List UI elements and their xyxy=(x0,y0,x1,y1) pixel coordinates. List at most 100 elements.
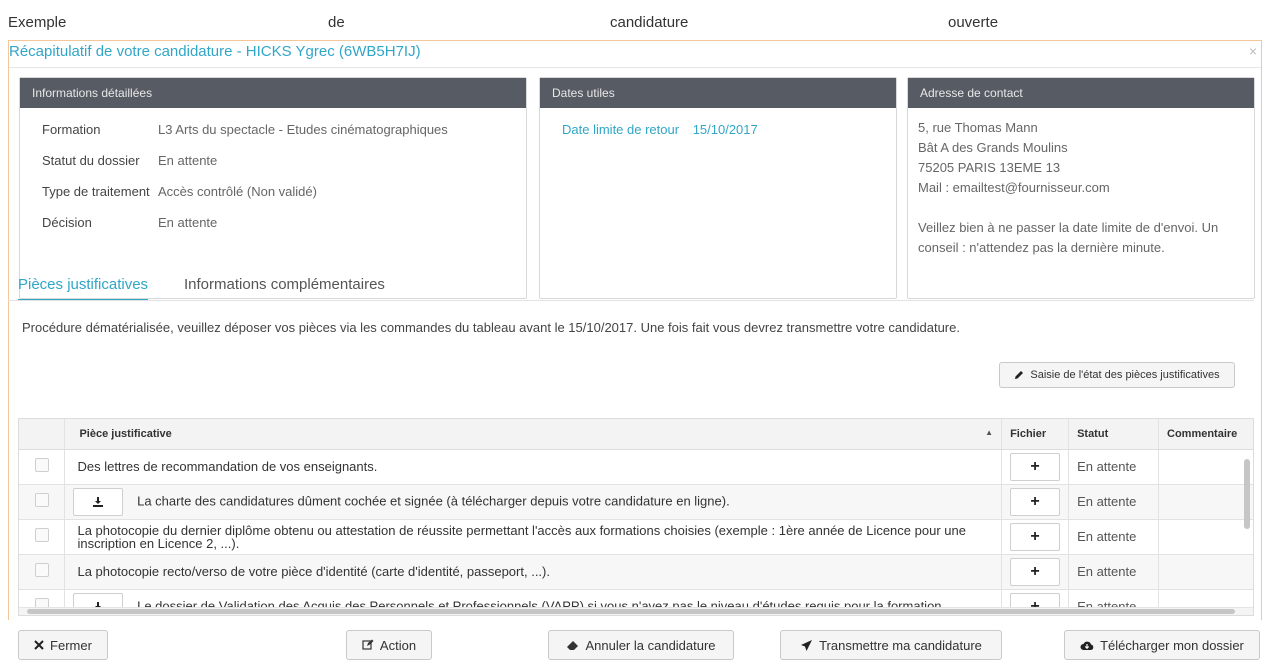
info-label: Formation xyxy=(42,122,101,137)
deadline-label: Date limite de retour xyxy=(562,122,680,137)
cloud-download-icon xyxy=(1080,641,1094,650)
saisie-etat-pieces-button[interactable]: Saisie de l'état des pièces justificativ… xyxy=(999,362,1235,388)
eraser-icon xyxy=(567,640,579,650)
sort-asc-icon[interactable]: ▲ xyxy=(985,428,993,437)
deadline-value: 15/10/2017 xyxy=(692,122,758,137)
commentaire-cell xyxy=(1158,484,1253,520)
modal-footer: Fermer Action Annuler la candidature Tra… xyxy=(0,620,1262,660)
address-line: 75205 PARIS 13EME 13 xyxy=(918,160,1061,175)
download-button[interactable] xyxy=(73,487,124,516)
action-button[interactable]: Action xyxy=(346,630,432,660)
row-checkbox[interactable] xyxy=(34,528,49,542)
contact-panel: Adresse de contact 5, rue Thomas Mann Bâ… xyxy=(907,77,1255,299)
piece-label: Des lettres de recommandation de vos ens… xyxy=(77,459,378,474)
add-file-button[interactable]: + xyxy=(1010,557,1061,586)
procedure-text: Procédure dématérialisée, veuillez dépos… xyxy=(22,320,960,335)
row-checkbox[interactable] xyxy=(34,458,49,472)
tab-bar: Pièces justificatives Informations compl… xyxy=(8,270,1254,301)
piece-cell: La photocopie du dernier diplôme obtenu … xyxy=(64,519,1003,555)
add-file-button[interactable]: + xyxy=(1010,487,1061,516)
telecharger-dossier-button[interactable]: Télécharger mon dossier xyxy=(1064,630,1260,660)
column-header-statut: Statut xyxy=(1068,419,1159,450)
piece-label: La photocopie recto/verso de votre pièce… xyxy=(77,564,550,579)
info-row-statut: Statut du dossier En attente xyxy=(30,153,516,184)
tab-pieces-justificatives[interactable]: Pièces justificatives xyxy=(18,276,149,301)
transmettre-candidature-label: Transmettre ma candidature xyxy=(819,637,982,653)
annuler-candidature-label: Annuler la candidature xyxy=(585,637,716,653)
fichier-cell: + xyxy=(1001,554,1070,590)
select-cell xyxy=(19,519,66,555)
table-row: La charte des candidatures dûment cochée… xyxy=(19,484,1253,520)
column-header-commentaire: Commentaire xyxy=(1158,419,1253,450)
commentaire-cell xyxy=(1158,449,1253,485)
title-divider xyxy=(9,67,1261,68)
select-column-header xyxy=(19,419,66,450)
horizontal-scrollbar[interactable] xyxy=(19,607,1253,615)
statut-cell: En attente xyxy=(1068,449,1159,485)
fermer-button[interactable]: Fermer xyxy=(18,630,108,660)
info-row-formation: Formation L3 Arts du spectacle - Etudes … xyxy=(30,122,516,153)
piece-label: La charte des candidatures dûment cochée… xyxy=(137,492,730,508)
caption-word-2: de xyxy=(328,14,345,31)
piece-cell: La charte des candidatures dûment cochée… xyxy=(64,484,1003,520)
info-label: Statut du dossier xyxy=(42,153,140,168)
select-cell xyxy=(19,449,66,485)
fichier-cell: + xyxy=(1001,484,1070,520)
dates-panel-header: Dates utiles xyxy=(540,78,896,108)
dates-panel-body: Date limite de retour 15/10/2017 xyxy=(540,108,896,151)
info-label: Décision xyxy=(42,215,92,230)
info-panel-body: Formation L3 Arts du spectacle - Etudes … xyxy=(20,108,526,260)
address-line: Bât A des Grands Moulins xyxy=(918,140,1068,155)
annuler-candidature-button[interactable]: Annuler la candidature xyxy=(548,630,734,660)
fermer-label: Fermer xyxy=(50,637,92,653)
close-icon[interactable]: × xyxy=(1249,43,1257,59)
contact-panel-body: 5, rue Thomas Mann Bât A des Grands Moul… xyxy=(908,108,1254,268)
commentaire-cell xyxy=(1158,554,1253,590)
commentaire-cell xyxy=(1158,519,1253,555)
pieces-table: Pièce justificative ▲ Fichier Statut Com… xyxy=(18,418,1254,616)
address-line: 5, rue Thomas Mann xyxy=(918,120,1038,135)
info-value: En attente xyxy=(158,153,218,168)
column-header-piece[interactable]: Pièce justificative ▲ xyxy=(64,419,1003,450)
info-value: Accès contrôlé (Non validé) xyxy=(158,184,317,199)
tab-informations-complementaires[interactable]: Informations complémentaires xyxy=(184,276,385,299)
pencil-icon xyxy=(1015,371,1024,379)
row-checkbox[interactable] xyxy=(34,493,49,507)
info-value: En attente xyxy=(158,215,218,230)
horizontal-scrollbar-thumb[interactable] xyxy=(27,609,1235,614)
close-x-icon xyxy=(34,640,44,650)
edit-icon xyxy=(362,639,374,650)
caption-word-3: candidature xyxy=(610,14,689,31)
add-file-button[interactable]: + xyxy=(1010,522,1061,551)
contact-panel-header: Adresse de contact xyxy=(908,78,1254,108)
info-panel: Informations détaillées Formation L3 Art… xyxy=(19,77,527,299)
download-icon xyxy=(93,496,104,507)
statut-cell: En attente xyxy=(1068,484,1159,520)
column-header-statut-label: Statut xyxy=(1077,427,1109,440)
tab-divider xyxy=(8,300,1254,301)
select-cell xyxy=(19,554,66,590)
table-row: Des lettres de recommandation de vos ens… xyxy=(19,449,1253,485)
dates-panel: Dates utiles Date limite de retour 15/10… xyxy=(539,77,897,299)
table-header-row: Pièce justificative ▲ Fichier Statut Com… xyxy=(19,419,1253,450)
vertical-scrollbar-thumb[interactable] xyxy=(1244,459,1250,529)
caption-word-1: Exemple xyxy=(8,14,67,31)
saisie-etat-pieces-label: Saisie de l'état des pièces justificativ… xyxy=(1030,369,1220,381)
info-panel-header: Informations détaillées xyxy=(20,78,526,108)
transmettre-candidature-button[interactable]: Transmettre ma candidature xyxy=(780,630,1002,660)
piece-cell: Des lettres de recommandation de vos ens… xyxy=(64,449,1003,485)
telecharger-dossier-label: Télécharger mon dossier xyxy=(1100,637,1244,653)
table-row: La photocopie recto/verso de votre pièce… xyxy=(19,554,1253,590)
send-icon xyxy=(801,639,813,651)
contact-note: Veillez bien à ne passer la date limite … xyxy=(918,220,1219,255)
info-value: L3 Arts du spectacle - Etudes cinématogr… xyxy=(158,122,448,137)
info-row-decision: Décision En attente xyxy=(30,215,516,246)
piece-label: La photocopie du dernier diplôme obtenu … xyxy=(77,522,966,551)
column-header-commentaire-label: Commentaire xyxy=(1167,427,1238,440)
piece-cell: La photocopie recto/verso de votre pièce… xyxy=(64,554,1003,590)
row-checkbox[interactable] xyxy=(34,563,49,577)
fichier-cell: + xyxy=(1001,519,1070,555)
vertical-scrollbar[interactable] xyxy=(1243,451,1251,591)
add-file-button[interactable]: + xyxy=(1010,452,1061,481)
statut-cell: En attente xyxy=(1068,554,1159,590)
